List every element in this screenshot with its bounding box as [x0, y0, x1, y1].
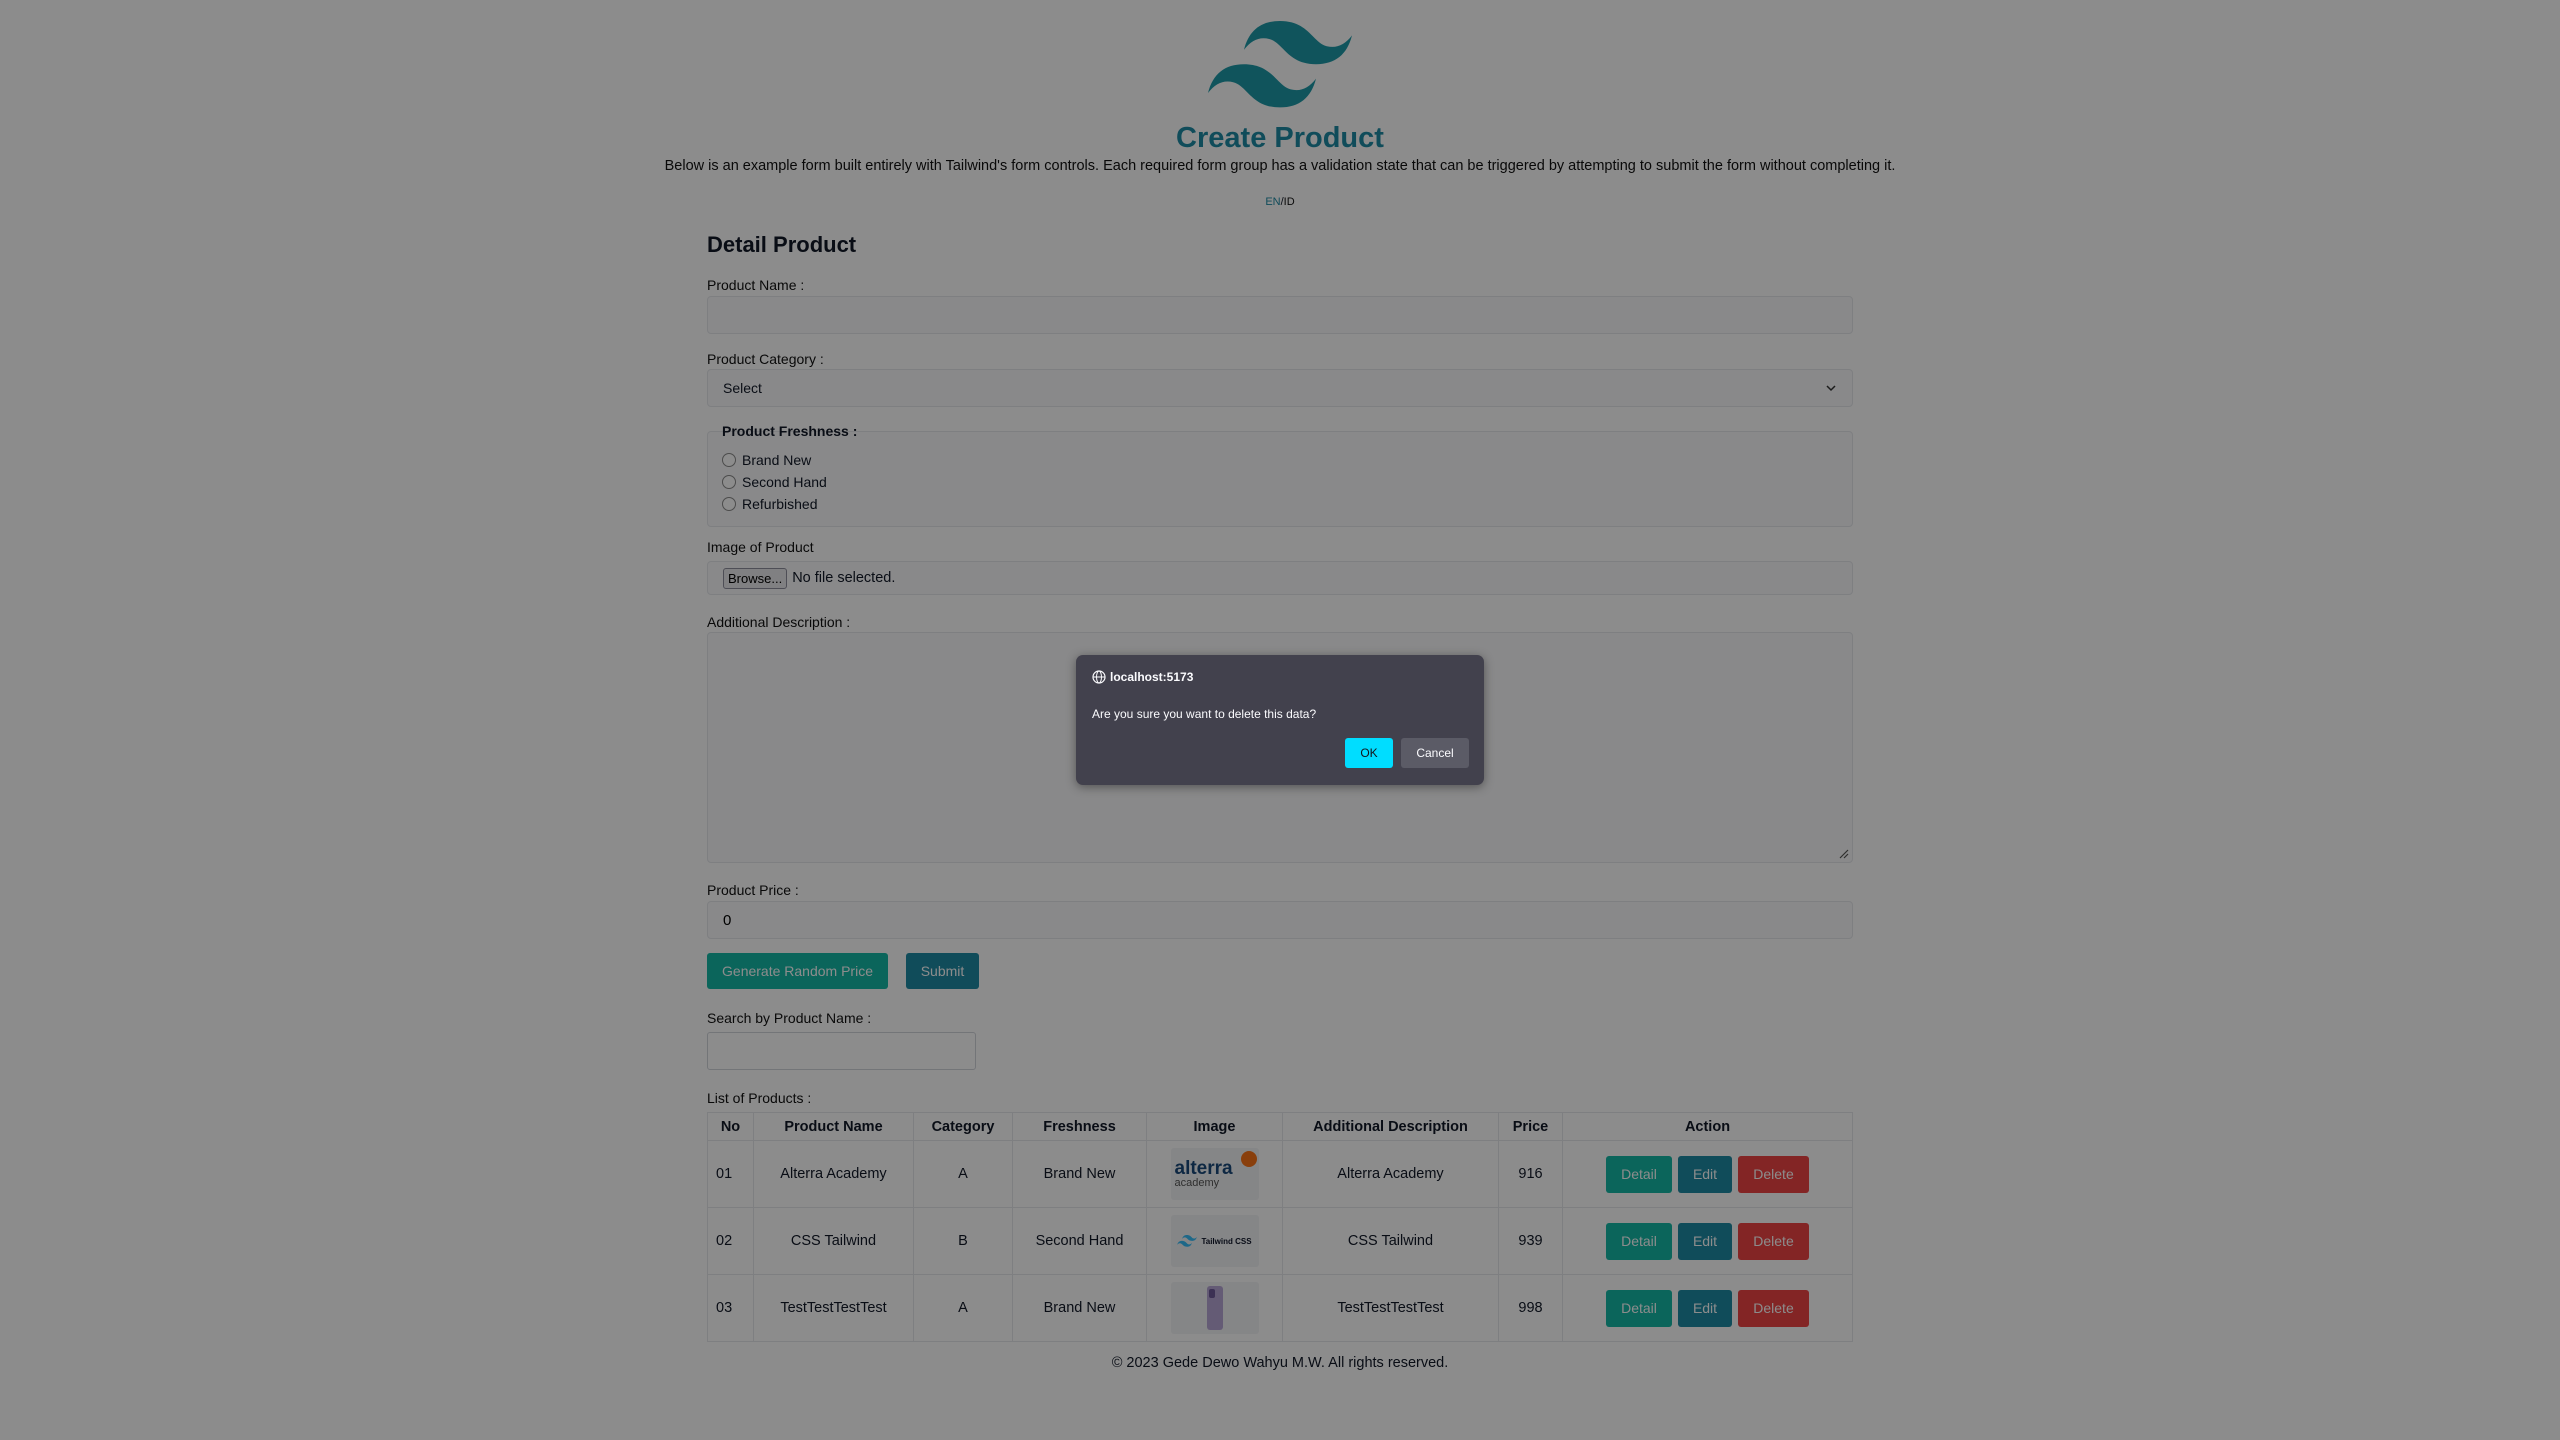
globe-icon: [1092, 670, 1106, 684]
dialog-message: Are you sure you want to delete this dat…: [1092, 707, 1317, 721]
dialog-ok-button[interactable]: OK: [1345, 738, 1393, 768]
confirm-dialog: localhost:5173 Are you sure you want to …: [1076, 655, 1484, 785]
dialog-origin-text: localhost:5173: [1110, 670, 1194, 684]
dialog-cancel-button[interactable]: Cancel: [1401, 738, 1469, 768]
dialog-origin: localhost:5173: [1092, 670, 1193, 684]
